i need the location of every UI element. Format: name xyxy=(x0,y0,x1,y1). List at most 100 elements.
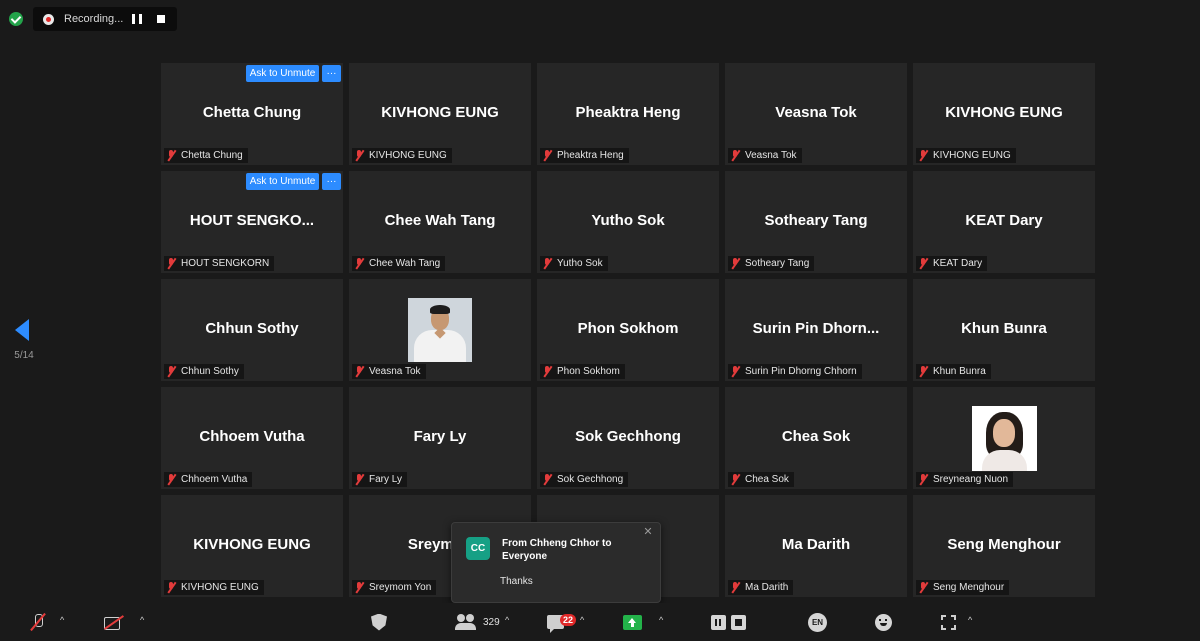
share-options-caret[interactable]: ^ xyxy=(659,615,663,625)
participant-tile[interactable]: Chhoem Vutha Chhoem Vutha xyxy=(161,387,343,489)
view-button[interactable] xyxy=(941,603,956,641)
participant-label-text: Chee Wah Tang xyxy=(369,258,441,269)
chat-options-caret[interactable]: ^ xyxy=(580,615,584,625)
participant-display-name: Phon Sokhom xyxy=(577,320,679,337)
participant-label-text: KIVHONG EUNG xyxy=(181,582,259,593)
encryption-shield-icon[interactable] xyxy=(9,12,23,26)
participant-tile[interactable]: Chetta Chung Chetta Chung Ask to Unmute ··· xyxy=(161,63,343,165)
participant-tile[interactable]: Seng Menghour Seng Menghour xyxy=(913,495,1095,597)
participant-name-label: Surin Pin Dhorng Chhorn xyxy=(728,364,862,379)
participant-tile[interactable]: Sotheary Tang Sotheary Tang xyxy=(725,171,907,273)
participant-name-label: KIVHONG EUNG xyxy=(164,580,264,595)
participant-name-label: Fary Ly xyxy=(352,472,407,487)
more-options-button[interactable]: ··· xyxy=(322,65,341,82)
ask-to-unmute-button[interactable]: Ask to Unmute xyxy=(246,173,319,190)
participant-display-name: Chee Wah Tang xyxy=(384,212,496,229)
participant-display-name: Pheaktra Heng xyxy=(575,104,681,121)
participant-tile[interactable]: KIVHONG EUNG KIVHONG EUNG xyxy=(161,495,343,597)
participant-gallery: Chetta Chung Chetta Chung Ask to Unmute ···… xyxy=(161,63,1095,597)
participant-tile[interactable]: HOUT SENGKO... HOUT SENGKORN Ask to Unmute… xyxy=(161,171,343,273)
participant-name-label: HOUT SENGKORN xyxy=(164,256,275,271)
chat-notification[interactable]: CC From Chheng Chhor to Everyone Thanks … xyxy=(451,522,661,603)
participants-options-caret[interactable]: ^ xyxy=(505,615,509,625)
participant-label-text: KIVHONG EUNG xyxy=(369,150,447,161)
participant-display-name: Seng Menghour xyxy=(947,536,1061,553)
previous-page-arrow-icon[interactable] xyxy=(15,319,29,341)
ask-to-unmute-button[interactable]: Ask to Unmute xyxy=(246,65,319,82)
participant-display-name: Fary Ly xyxy=(413,428,467,445)
participant-tile[interactable]: Khun Bunra Khun Bunra xyxy=(913,279,1095,381)
participant-display-name: Sotheary Tang xyxy=(764,212,868,229)
participant-tile[interactable]: Phon Sokhom Phon Sokhom xyxy=(537,279,719,381)
view-options-caret[interactable]: ^ xyxy=(968,615,972,625)
participant-tile[interactable]: Veasna Tok Veasna Tok xyxy=(725,63,907,165)
pause-recording-icon[interactable] xyxy=(132,14,142,24)
participant-label-text: Sreymom Yon xyxy=(369,582,432,593)
participant-tile[interactable]: KIVHONG EUNG KIVHONG EUNG xyxy=(349,63,531,165)
participant-tile[interactable]: Sreyneang Nuon xyxy=(913,387,1095,489)
participant-tile[interactable]: Sok Gechhong Sok Gechhong xyxy=(537,387,719,489)
participant-display-name: Surin Pin Dhorn... xyxy=(752,320,880,337)
meeting-toolbar: ^ ^ 329 ^ 22 ^ ^ EN ^ xyxy=(0,603,1200,641)
participant-label-text: Yutho Sok xyxy=(557,258,603,269)
participant-name-label: Chhun Sothy xyxy=(164,364,244,379)
muted-mic-icon xyxy=(29,613,47,631)
muted-mic-icon xyxy=(167,582,176,593)
participant-label-text: KEAT Dary xyxy=(933,258,983,269)
participants-button[interactable]: 329 xyxy=(455,603,500,641)
interpretation-button[interactable]: EN xyxy=(808,603,827,641)
participant-name-label: Sotheary Tang xyxy=(728,256,815,271)
participant-tile[interactable]: Ma Darith Ma Darith xyxy=(725,495,907,597)
participant-tile[interactable]: Veasna Tok xyxy=(349,279,531,381)
stop-icon[interactable] xyxy=(731,614,746,630)
participant-display-name: Chetta Chung xyxy=(202,104,302,121)
participant-tile[interactable]: Chhun Sothy Chhun Sothy xyxy=(161,279,343,381)
participant-tile[interactable]: Chee Wah Tang Chee Wah Tang xyxy=(349,171,531,273)
participant-name-label: Khun Bunra xyxy=(916,364,991,379)
audio-options-caret[interactable]: ^ xyxy=(60,615,64,625)
share-screen-button[interactable] xyxy=(623,603,642,641)
participant-video xyxy=(408,298,472,362)
participant-label-text: Sreyneang Nuon xyxy=(933,474,1009,485)
stop-recording-icon[interactable] xyxy=(157,15,165,23)
video-options-caret[interactable]: ^ xyxy=(140,615,144,625)
participant-name-label: Chetta Chung xyxy=(164,148,248,163)
participant-display-name: Chea Sok xyxy=(781,428,851,445)
muted-mic-icon xyxy=(543,150,552,161)
muted-mic-icon xyxy=(919,366,928,377)
unmute-button[interactable] xyxy=(29,603,47,641)
participant-tile[interactable]: Chea Sok Chea Sok xyxy=(725,387,907,489)
participant-tile[interactable]: Fary Ly Fary Ly xyxy=(349,387,531,489)
participant-label-text: Phon Sokhom xyxy=(557,366,620,377)
participant-display-name: KEAT Dary xyxy=(965,212,1043,229)
participant-label-text: Khun Bunra xyxy=(933,366,986,377)
participant-tile[interactable]: KEAT Dary KEAT Dary xyxy=(913,171,1095,273)
muted-mic-icon xyxy=(919,474,928,485)
muted-mic-icon xyxy=(919,582,928,593)
participant-label-text: Chhoem Vutha xyxy=(181,474,248,485)
participant-label-text: Veasna Tok xyxy=(369,366,421,377)
recording-status-text: Recording... xyxy=(64,13,124,25)
close-notification-icon[interactable]: ✕ xyxy=(642,526,654,538)
start-video-button[interactable] xyxy=(103,603,125,641)
participant-label-text: Veasna Tok xyxy=(745,150,797,161)
participant-tile[interactable]: Surin Pin Dhorn... Surin Pin Dhorng Chhor… xyxy=(725,279,907,381)
participant-tile[interactable]: Pheaktra Heng Pheaktra Heng xyxy=(537,63,719,165)
more-options-button[interactable]: ··· xyxy=(322,173,341,190)
participant-name-label: Ma Darith xyxy=(728,580,794,595)
participant-name-label: Sreyneang Nuon xyxy=(916,472,1014,487)
participant-name-label: Seng Menghour xyxy=(916,580,1010,595)
chat-sender-line: From Chheng Chhor to Everyone xyxy=(502,538,612,562)
muted-mic-icon xyxy=(355,150,364,161)
participant-name-label: Phon Sokhom xyxy=(540,364,625,379)
participant-tile[interactable]: Yutho Sok Yutho Sok xyxy=(537,171,719,273)
pause-icon[interactable] xyxy=(711,614,726,630)
participant-display-name: Khun Bunra xyxy=(961,320,1047,337)
participant-name-label: KEAT Dary xyxy=(916,256,988,271)
participant-display-name: Sok Gechhong xyxy=(575,428,681,445)
participant-tile[interactable]: KIVHONG EUNG KIVHONG EUNG xyxy=(913,63,1095,165)
recording-controls[interactable] xyxy=(711,603,746,641)
security-button[interactable] xyxy=(371,603,387,641)
participant-label-text: Seng Menghour xyxy=(933,582,1005,593)
reactions-button[interactable] xyxy=(875,603,892,641)
